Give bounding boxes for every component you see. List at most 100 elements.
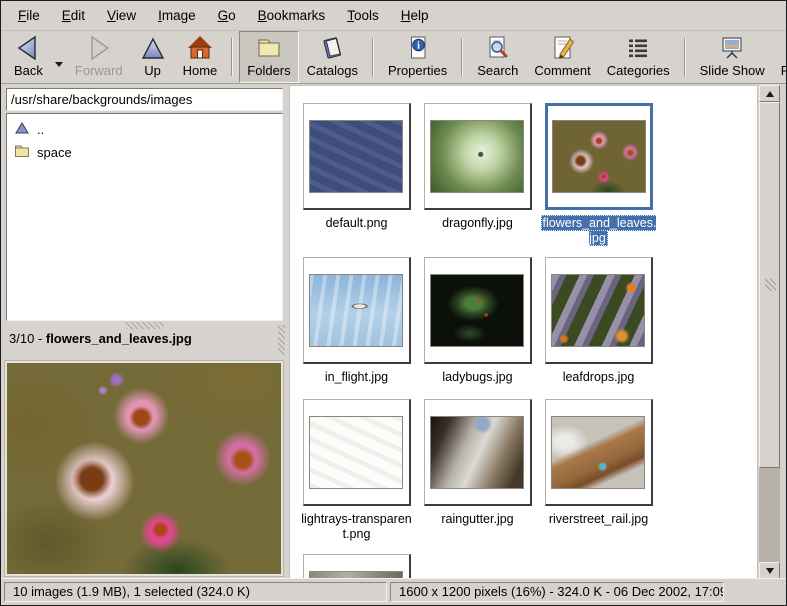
toolbar: Back Forward Up Home Folders Catalogs i Propert… bbox=[1, 31, 786, 84]
toolbar-button-label: Search bbox=[477, 63, 518, 78]
slide-show-button[interactable]: Slide Show bbox=[692, 31, 773, 83]
comment-button[interactable]: Comment bbox=[526, 31, 598, 83]
back-button[interactable]: Back bbox=[6, 31, 51, 83]
toolbar-separator bbox=[231, 38, 233, 76]
thumbnail-card[interactable] bbox=[545, 103, 653, 210]
toolbar-button-label: Up bbox=[144, 63, 161, 78]
full-screen-button[interactable]: Full Screen bbox=[773, 31, 787, 83]
thumbnail-filename: flowers_and_leaves.jpg bbox=[541, 216, 657, 246]
up-button[interactable]: Up bbox=[131, 31, 175, 83]
thumbnail-filename: default.png bbox=[326, 216, 388, 231]
categories-button[interactable]: Categories bbox=[599, 31, 678, 83]
svg-text:i: i bbox=[417, 41, 420, 52]
thumbnail-item-raingutter.jpg[interactable]: raingutter.jpg bbox=[417, 399, 538, 554]
menu-edit[interactable]: Edit bbox=[51, 2, 96, 30]
selected-filename-text: flowers_and_leaves.jpg bbox=[46, 331, 192, 346]
home-icon bbox=[186, 34, 214, 62]
thumbnail-card[interactable] bbox=[424, 103, 532, 210]
thumbnail-image bbox=[552, 120, 646, 193]
thumbnail-image bbox=[430, 416, 524, 489]
properties-icon: i bbox=[404, 34, 432, 62]
search-button[interactable]: Search bbox=[469, 31, 526, 83]
pane-resize-handle-horizontal[interactable] bbox=[126, 322, 164, 329]
menu-go[interactable]: Go bbox=[207, 2, 247, 30]
statusbar-summary: 10 images (1.9 MB), 1 selected (324.0 K) bbox=[4, 582, 387, 602]
back-history-dropdown[interactable] bbox=[51, 55, 67, 73]
comment-icon bbox=[549, 34, 577, 62]
scroll-up-button[interactable] bbox=[759, 85, 780, 102]
thumbnail-item-ladybugs.jpg[interactable]: ladybugs.jpg bbox=[417, 257, 538, 399]
statusbar: 10 images (1.9 MB), 1 selected (324.0 K)… bbox=[1, 578, 786, 605]
thumbnail-card[interactable] bbox=[303, 257, 411, 364]
menu-view[interactable]: View bbox=[96, 2, 147, 30]
slideshow-icon bbox=[718, 34, 746, 62]
toolbar-separator bbox=[461, 38, 463, 76]
folder-item-label: .. bbox=[37, 122, 44, 137]
folders-button[interactable]: Folders bbox=[239, 31, 298, 83]
menu-bookmarks[interactable]: Bookmarks bbox=[247, 2, 337, 30]
thumbnail-card[interactable] bbox=[303, 399, 411, 506]
forward-button[interactable]: Forward bbox=[67, 31, 131, 83]
menu-tools[interactable]: Tools bbox=[336, 2, 390, 30]
thumbnail-filename: riverstreet_rail.jpg bbox=[549, 512, 648, 527]
toolbar-button-label: Back bbox=[14, 63, 43, 78]
thumbnail-filename: dragonfly.jpg bbox=[442, 216, 513, 231]
path-input[interactable] bbox=[7, 89, 282, 110]
thumbnail-image bbox=[430, 120, 524, 193]
toolbar-button-label: Properties bbox=[388, 63, 447, 78]
gthumb-window: FileEditViewImageGoBookmarksToolsHelp Ba… bbox=[0, 0, 787, 606]
thumbnail-item-leafdrops.jpg[interactable]: leafdrops.jpg bbox=[538, 257, 659, 399]
toolbar-button-label: Full Screen bbox=[781, 63, 787, 78]
thumbnail-item-default.png[interactable]: default.png bbox=[296, 103, 417, 257]
browser-status-text: 3/10 - flowers_and_leaves.jpg bbox=[9, 329, 192, 349]
thumbnail-grid: default.png dragonfly.jpg flowers_and_leav… bbox=[290, 86, 757, 579]
thumbnail-card[interactable] bbox=[424, 399, 532, 506]
thumbnail-image bbox=[309, 120, 403, 193]
toolbar-button-label: Comment bbox=[534, 63, 590, 78]
thumbnail-panel: default.png dragonfly.jpg flowers_and_leav… bbox=[289, 85, 758, 579]
thumbnail-card[interactable] bbox=[424, 257, 532, 364]
thumbnail-item-riverstreet_rail.jpg[interactable]: riverstreet_rail.jpg bbox=[538, 399, 659, 554]
scrollbar-grip-icon bbox=[765, 279, 776, 291]
path-bar bbox=[6, 88, 283, 111]
folder-item-label: space bbox=[37, 145, 72, 160]
up-icon bbox=[139, 34, 167, 62]
thumbnail-card[interactable] bbox=[303, 554, 411, 579]
folders-icon bbox=[255, 34, 283, 62]
properties-button[interactable]: i Properties bbox=[380, 31, 455, 83]
thumbnail-item-flowers_and_leaves.jpg[interactable]: flowers_and_leaves.jpg bbox=[538, 103, 659, 257]
vertical-scrollbar[interactable] bbox=[759, 85, 780, 579]
folder-item-parent[interactable]: .. bbox=[7, 118, 282, 141]
thumbnail-item-dragonfly.jpg[interactable]: dragonfly.jpg bbox=[417, 103, 538, 257]
folder-item-space[interactable]: space bbox=[7, 141, 282, 164]
statusbar-image-info: 1600 x 1200 pixels (16%) - 324.0 K - 06 … bbox=[390, 582, 724, 602]
scrollbar-thumb[interactable] bbox=[759, 102, 780, 468]
thumbnail-item-lightrays-transparent.png[interactable]: lightrays-transparent.png bbox=[296, 399, 417, 554]
thumbnail-card[interactable] bbox=[303, 103, 411, 210]
thumbnail-filename: in_flight.jpg bbox=[325, 370, 388, 385]
scroll-down-button[interactable] bbox=[759, 562, 780, 579]
thumbnail-filename: lightrays-transparent.png bbox=[299, 512, 415, 542]
catalogs-button[interactable]: Catalogs bbox=[299, 31, 366, 83]
arrow-up-icon bbox=[766, 91, 774, 97]
thumbnail-image bbox=[309, 416, 403, 489]
thumbnail-image bbox=[309, 274, 403, 347]
pane-resize-handle-vertical[interactable] bbox=[278, 325, 285, 355]
preview-image[interactable] bbox=[7, 363, 281, 574]
thumbnail-item-in_flight.jpg[interactable]: in_flight.jpg bbox=[296, 257, 417, 399]
toolbar-button-label: Categories bbox=[607, 63, 670, 78]
thumbnail-filename: raingutter.jpg bbox=[441, 512, 513, 527]
thumbnail-item-partial[interactable] bbox=[296, 554, 417, 579]
thumbnail-image bbox=[551, 274, 645, 347]
thumbnail-card[interactable] bbox=[545, 257, 653, 364]
toolbar-separator bbox=[372, 38, 374, 76]
toolbar-button-label: Folders bbox=[247, 63, 290, 78]
menu-image[interactable]: Image bbox=[147, 2, 207, 30]
search-icon bbox=[484, 34, 512, 62]
menu-file[interactable]: File bbox=[7, 2, 51, 30]
home-button[interactable]: Home bbox=[175, 31, 226, 83]
toolbar-button-label: Home bbox=[183, 63, 218, 78]
forward-icon bbox=[85, 34, 113, 62]
thumbnail-card[interactable] bbox=[545, 399, 653, 506]
menu-help[interactable]: Help bbox=[390, 2, 440, 30]
